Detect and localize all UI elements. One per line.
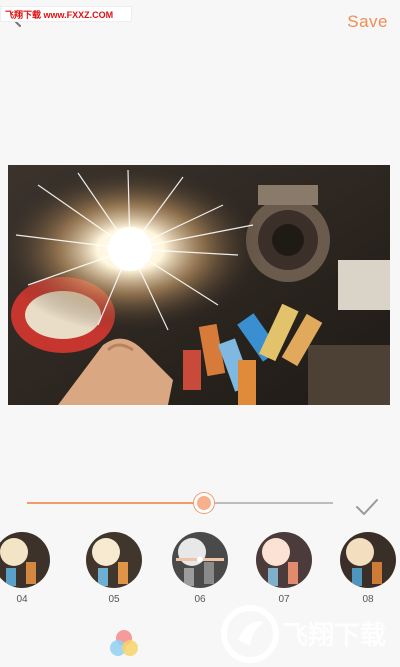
checkmark-icon[interactable]	[355, 498, 379, 516]
intensity-slider[interactable]	[27, 493, 333, 513]
filter-thumbnail[interactable]	[340, 532, 396, 588]
filter-08[interactable]: 08	[340, 532, 396, 605]
watermark-top: 飞翔下载 www.FXXZ.COM	[0, 6, 132, 22]
filter-thumbnail[interactable]	[0, 532, 50, 588]
filter-label: 04	[16, 594, 28, 605]
watermark-logo: 飞翔下载	[221, 605, 386, 663]
save-button[interactable]: Save	[347, 12, 388, 32]
photo-preview	[8, 165, 390, 405]
filter-thumbnail[interactable]	[172, 532, 228, 588]
filter-thumbnail[interactable]	[86, 532, 142, 588]
color-palette-icon[interactable]	[108, 628, 140, 660]
filter-06[interactable]: 06	[172, 532, 228, 605]
slider-fill	[27, 502, 204, 504]
slider-thumb[interactable]	[194, 493, 214, 513]
filter-05[interactable]: 05	[86, 532, 142, 605]
top-bar: 飞翔下载 www.FXXZ.COM Save	[0, 0, 400, 44]
filter-04[interactable]: 04	[0, 532, 50, 605]
filter-label: 05	[108, 594, 120, 605]
filter-07[interactable]: 07	[256, 532, 312, 605]
filter-thumbnail[interactable]	[256, 532, 312, 588]
watermark-logo-text: 飞翔下载	[282, 621, 386, 651]
